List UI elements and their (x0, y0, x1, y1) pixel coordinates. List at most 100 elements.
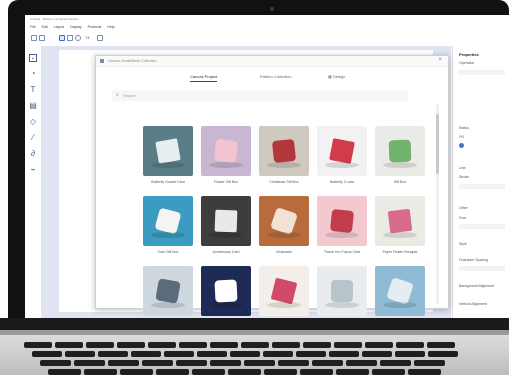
menu-products[interactable]: Products (88, 25, 102, 29)
redo-icon[interactable] (39, 35, 45, 41)
project-card[interactable]: Butterfly Gusset Card (143, 126, 193, 188)
project-card[interactable]: Paper Flower Bouquet (375, 196, 425, 258)
project-card[interactable]: Flower Gift Box (201, 126, 251, 188)
project-card[interactable] (259, 266, 309, 318)
menu-layout[interactable]: Layout (54, 25, 65, 29)
prop-label-status: Status (459, 126, 469, 130)
thumbnail-shadow-shape (151, 162, 185, 168)
tab-canvas-project[interactable]: Canvas Project (190, 74, 218, 82)
project-card[interactable] (143, 266, 193, 318)
dialog-tabs: Canvas Project Pattern Collection ▦ Desi… (96, 70, 448, 84)
tab-pattern-collection[interactable]: Pattern Collection (260, 74, 292, 79)
project-card[interactable] (375, 266, 425, 318)
keyboard-key (230, 351, 260, 357)
project-card-label: Thank You Popup Card (323, 250, 361, 254)
select-tool-icon[interactable]: ▪ (29, 54, 37, 62)
project-thumbnail[interactable] (259, 266, 309, 316)
project-thumbnail[interactable] (201, 196, 251, 246)
thumbnail-craft-shape (213, 138, 239, 164)
keyboard-key (32, 351, 62, 357)
menu-edit[interactable]: Edit (42, 25, 48, 29)
keyboard-key (272, 342, 300, 348)
project-card[interactable]: Anniversary Card (201, 196, 251, 258)
project-card[interactable]: Thank You Popup Card (317, 196, 367, 258)
prop-field-stroke[interactable] (459, 184, 505, 189)
project-thumbnail[interactable] (375, 126, 425, 176)
menu-display[interactable]: Display (70, 25, 81, 29)
fill-color-icon[interactable] (459, 143, 464, 148)
thumbnail-shadow-shape (209, 162, 243, 168)
menu-file[interactable]: File (30, 25, 36, 29)
dialog-titlebar: Canvas CreateMode Collection × (96, 56, 448, 67)
project-card[interactable] (317, 266, 367, 318)
project-thumbnail[interactable] (317, 196, 367, 246)
image-trace-icon[interactable]: ◇ (29, 118, 37, 126)
shape-tool-icon[interactable]: ◔ (29, 70, 37, 78)
prop-field-spacing[interactable] (459, 266, 505, 271)
project-thumbnail[interactable] (201, 126, 251, 176)
project-card[interactable]: Christmas Gift Box (259, 126, 309, 188)
project-thumbnail[interactable] (201, 266, 251, 316)
keyboard-key (303, 342, 331, 348)
pan-icon[interactable] (67, 35, 73, 41)
zoom-level[interactable]: 74 (85, 35, 89, 40)
project-thumbnail[interactable] (143, 196, 193, 246)
keyboard-key (156, 369, 189, 375)
project-card[interactable]: Gift Box (375, 126, 425, 188)
keyboard-key (396, 342, 424, 348)
search-placeholder: Search (123, 93, 136, 98)
select-icon[interactable] (59, 35, 65, 41)
keyboard-key (131, 351, 161, 357)
menu-help[interactable]: Help (107, 25, 114, 29)
project-thumbnail[interactable] (317, 126, 367, 176)
zoom-icon[interactable] (75, 35, 81, 41)
project-card[interactable]: Keepsake (259, 196, 309, 258)
project-thumbnail[interactable] (259, 126, 309, 176)
menu-bar: File Edit Layout Display Products Help (25, 23, 509, 31)
project-thumbnail[interactable] (317, 266, 367, 316)
project-thumbnail[interactable] (375, 196, 425, 246)
pattern-tool-icon[interactable]: ▤ (29, 102, 37, 110)
keyboard-key (372, 369, 405, 375)
prop-label-spacing: Character Spacing (459, 258, 488, 262)
pen-tool-icon[interactable]: ∂ (29, 150, 37, 158)
keyboard-key (84, 369, 117, 375)
project-card[interactable]: Cute Gift Box (143, 196, 193, 258)
thumbnail-craft-shape (154, 207, 182, 235)
prop-field-operation[interactable] (459, 70, 505, 75)
keyboard-key (74, 360, 105, 366)
scrollbar[interactable] (436, 104, 439, 304)
text-tool-icon[interactable]: T (29, 86, 37, 94)
prop-label-vertical: Vertical Alignment (459, 302, 487, 306)
eraser-tool-icon[interactable]: ⌁ (29, 166, 37, 174)
project-thumbnail[interactable] (259, 196, 309, 246)
zoom-in-icon[interactable] (97, 35, 103, 41)
project-card-label: Gift Box (393, 180, 407, 184)
close-icon[interactable]: × (438, 57, 442, 63)
thumbnail-shadow-shape (325, 162, 359, 168)
thumbnail-craft-shape (329, 208, 355, 234)
photo-scene: Untitled - Brother CanvasWorkspace File … (0, 0, 509, 375)
keyboard-key (197, 351, 227, 357)
project-thumbnail[interactable] (143, 126, 193, 176)
prop-field-font[interactable] (459, 224, 505, 229)
keyboard-key (192, 369, 225, 375)
line-tool-icon[interactable]: ⁄ (29, 134, 37, 142)
thumbnail-shadow-shape (325, 302, 359, 308)
undo-icon[interactable] (31, 35, 37, 41)
thumbnail-craft-shape (270, 207, 298, 235)
search-input[interactable]: ⌕ Search (112, 90, 408, 101)
keyboard-key (179, 342, 207, 348)
keyboard-key (264, 369, 297, 375)
keyboard-key (241, 342, 269, 348)
tab-design[interactable]: ▦ Design (328, 74, 345, 79)
project-thumbnail[interactable] (143, 266, 193, 316)
app-title: Untitled - Brother CanvasWorkspace (30, 17, 79, 21)
project-thumbnail[interactable] (375, 266, 425, 316)
project-card[interactable] (201, 266, 251, 318)
keyboard-key (278, 360, 309, 366)
project-card[interactable]: Butterfly Z-card (317, 126, 367, 188)
laptop-screen: Untitled - Brother CanvasWorkspace File … (25, 15, 509, 318)
keyboard-key (408, 369, 441, 375)
scrollbar-thumb[interactable] (436, 114, 439, 174)
